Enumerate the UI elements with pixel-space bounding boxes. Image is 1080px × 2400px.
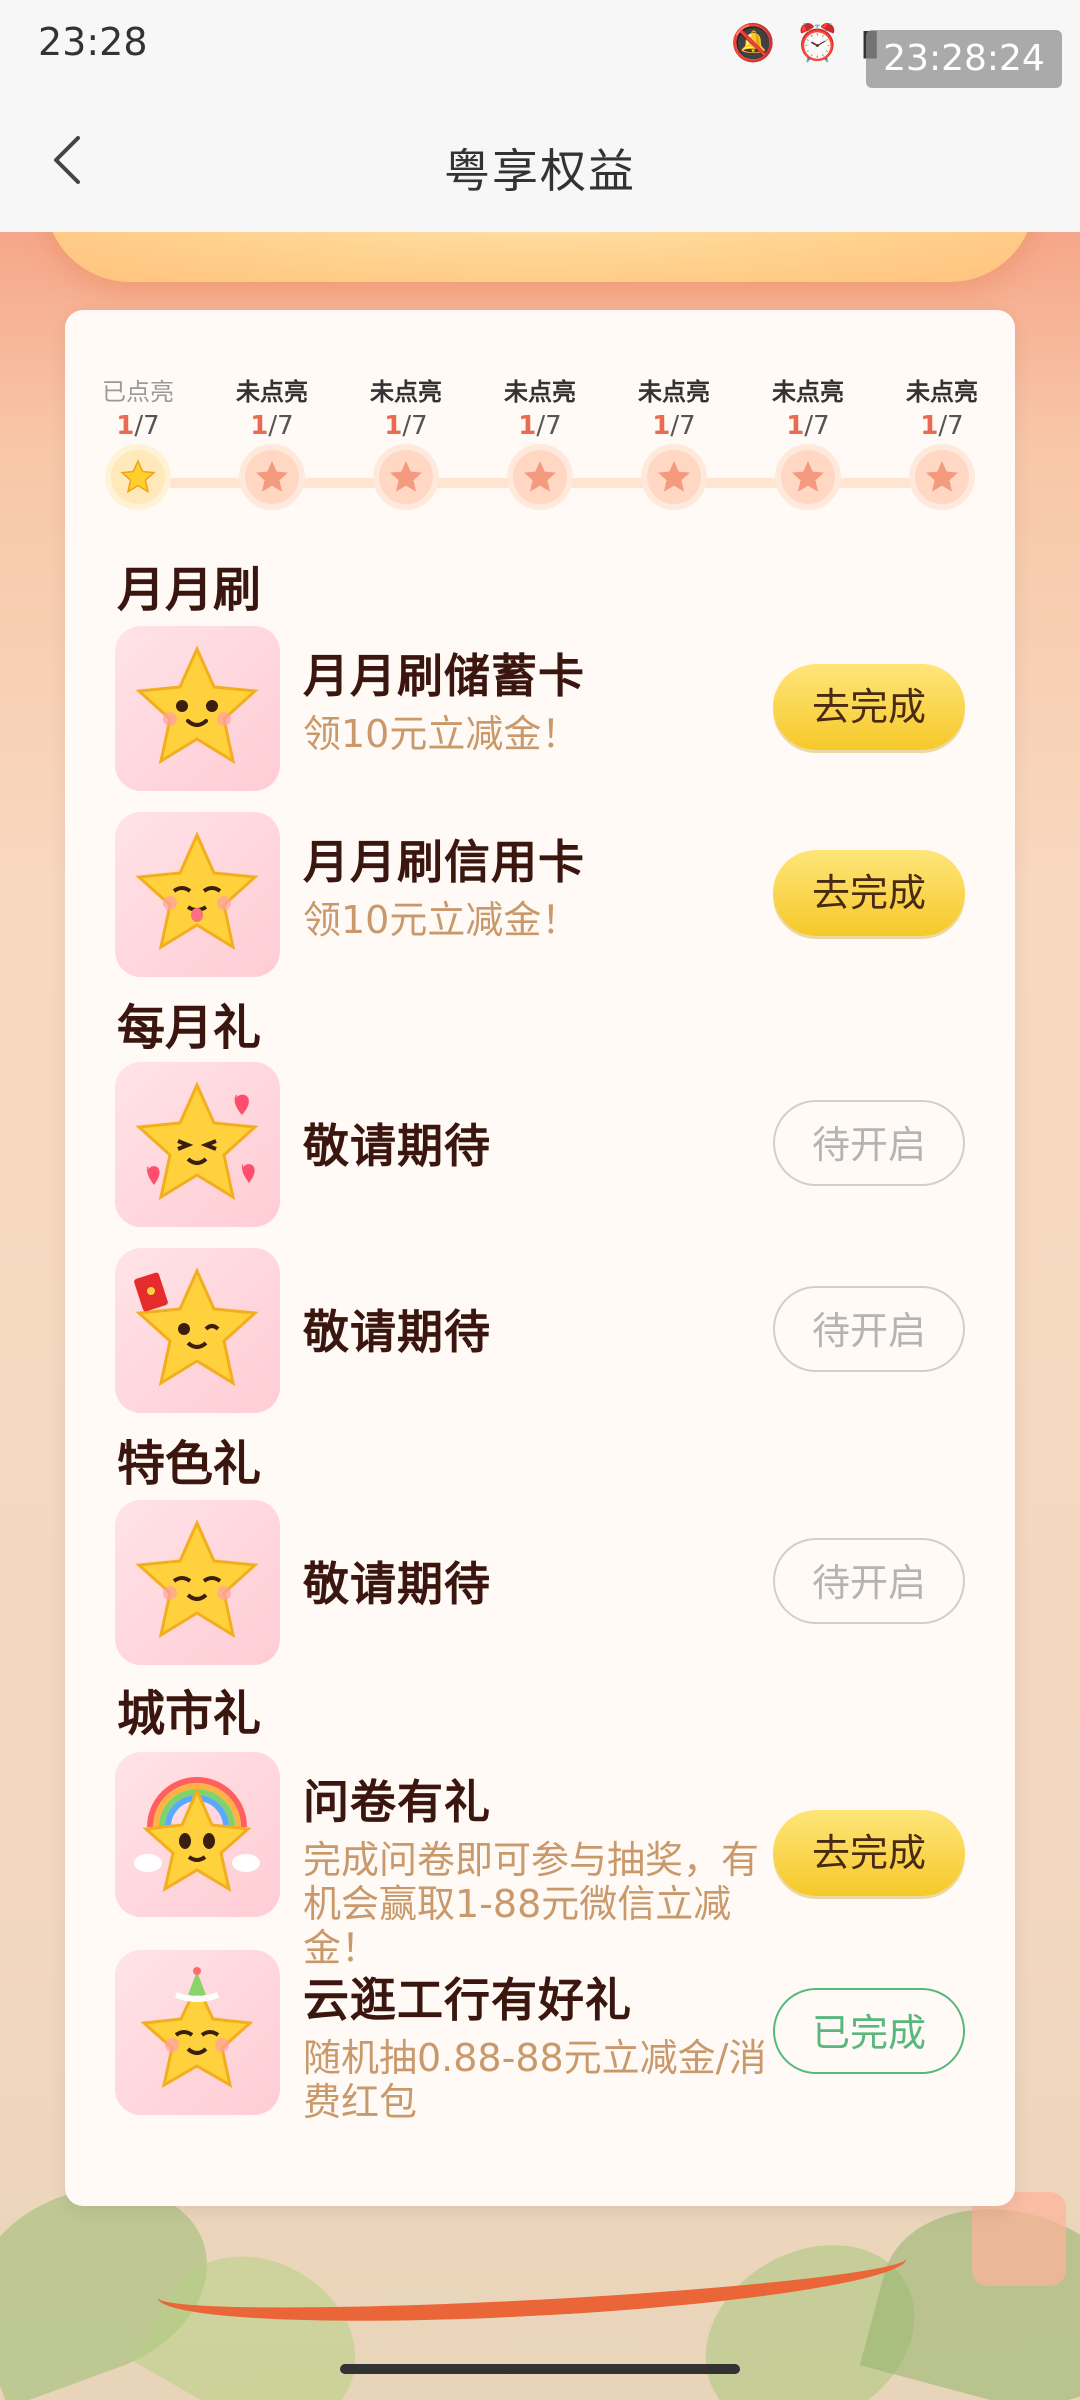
happy-star-icon (115, 1500, 280, 1665)
progress-step-4: 未点亮 1/7 (495, 372, 585, 504)
list-item: 敬请期待 待开启 (115, 1062, 965, 1227)
item-subtitle: 领10元立减金！ (303, 898, 580, 942)
list-item: 云逛工行有好礼 随机抽0.88-88元立减金/消费红包 已完成 (115, 1950, 965, 2124)
item-title: 问卷有礼 (303, 1775, 491, 1829)
go-complete-button[interactable]: 去完成 (773, 850, 965, 936)
item-title: 月月刷储蓄卡 (303, 649, 585, 703)
home-indicator[interactable] (340, 2364, 740, 2374)
step-label: 未点亮 (370, 378, 442, 406)
mute-bell-icon: 🔕 (730, 23, 776, 64)
list-item: 敬请期待 待开启 (115, 1248, 965, 1413)
rainbow-star-icon (115, 1752, 280, 1917)
alarm-icon: ⏰ (795, 23, 841, 64)
item-title: 敬请期待 (303, 1305, 491, 1359)
pending-button[interactable]: 待开启 (773, 1100, 965, 1186)
item-subtitle: 随机抽0.88-88元立减金/消费红包 (303, 2036, 767, 2124)
step-count: 1/7 (116, 411, 160, 441)
list-item: 月月刷信用卡 领10元立减金！ 去完成 (115, 812, 965, 977)
section-title-monthly-gift: 每月礼 (117, 1000, 262, 1056)
progress-step-3: 未点亮 1/7 (361, 372, 451, 504)
step-count: 1/7 (384, 411, 428, 441)
step-count: 1/7 (786, 411, 830, 441)
step-count: 1/7 (518, 411, 562, 441)
item-title: 敬请期待 (303, 1119, 491, 1173)
party-hat-star-icon (115, 1950, 280, 2115)
lit-star-icon (111, 450, 165, 504)
step-label: 未点亮 (638, 378, 710, 406)
gift-decoration (972, 2192, 1066, 2286)
progress-step-1: 已点亮 1/7 (93, 372, 183, 504)
status-time: 23:28 (38, 20, 148, 64)
star-progress: 已点亮 1/7 未点亮 1/7 未点亮 1/7 未点亮 1/7 未点亮 1/7 … (93, 372, 988, 504)
go-complete-button[interactable]: 去完成 (773, 1810, 965, 1896)
step-label: 未点亮 (772, 378, 844, 406)
rewards-card: 已点亮 1/7 未点亮 1/7 未点亮 1/7 未点亮 1/7 未点亮 1/7 … (65, 310, 1015, 2336)
pending-button[interactable]: 待开启 (773, 1286, 965, 1372)
progress-step-5: 未点亮 1/7 (629, 372, 719, 504)
unlit-star-icon (513, 450, 567, 504)
item-subtitle: 领10元立减金！ (303, 712, 580, 756)
red-envelope-star-icon (115, 1248, 280, 1413)
status-icons: 🔕 ⏰ ▮ (731, 22, 880, 64)
section-title-monthly-swipe: 月月刷 (117, 562, 262, 618)
progress-step-7: 未点亮 1/7 (897, 372, 987, 504)
progress-step-6: 未点亮 1/7 (763, 372, 853, 504)
unlit-star-icon (245, 450, 299, 504)
step-label: 未点亮 (906, 378, 978, 406)
section-title-special-gift: 特色礼 (117, 1436, 262, 1492)
app-bar: 粤享权益 (0, 95, 1080, 233)
hearts-star-icon (115, 1062, 280, 1227)
step-count: 1/7 (652, 411, 696, 441)
banner-graphic (45, 232, 1035, 282)
status-bar: 23:28 🔕 ⏰ ▮ 23:28:24 (0, 0, 1080, 95)
item-title: 月月刷信用卡 (303, 835, 585, 889)
unlit-star-icon (781, 450, 835, 504)
unlit-star-icon (915, 450, 969, 504)
step-label: 未点亮 (504, 378, 576, 406)
step-label: 已点亮 (102, 378, 174, 406)
step-count: 1/7 (250, 411, 294, 441)
pending-button[interactable]: 待开启 (773, 1538, 965, 1624)
item-title: 敬请期待 (303, 1557, 491, 1611)
section-title-city-gift: 城市礼 (117, 1686, 262, 1742)
list-item: 问卷有礼 完成问卷即可参与抽奖，有机会赢取1-88元微信立减金！ 去完成 (115, 1752, 965, 1970)
smiling-star-icon (115, 626, 280, 791)
completed-button[interactable]: 已完成 (773, 1988, 965, 2074)
list-item: 月月刷储蓄卡 领10元立减金！ 去完成 (115, 626, 965, 791)
step-label: 未点亮 (236, 378, 308, 406)
go-complete-button[interactable]: 去完成 (773, 664, 965, 750)
item-title: 云逛工行有好礼 (303, 1973, 632, 2027)
tongue-star-icon (115, 812, 280, 977)
hero-background: 已点亮 1/7 未点亮 1/7 未点亮 1/7 未点亮 1/7 未点亮 1/7 … (0, 232, 1080, 2400)
unlit-star-icon (379, 450, 433, 504)
page-title: 粤享权益 (444, 144, 636, 198)
step-count: 1/7 (920, 411, 964, 441)
unlit-star-icon (647, 450, 701, 504)
list-item: 敬请期待 待开启 (115, 1500, 965, 1665)
progress-step-2: 未点亮 1/7 (227, 372, 317, 504)
overlay-time: 23:28:24 (866, 30, 1062, 88)
